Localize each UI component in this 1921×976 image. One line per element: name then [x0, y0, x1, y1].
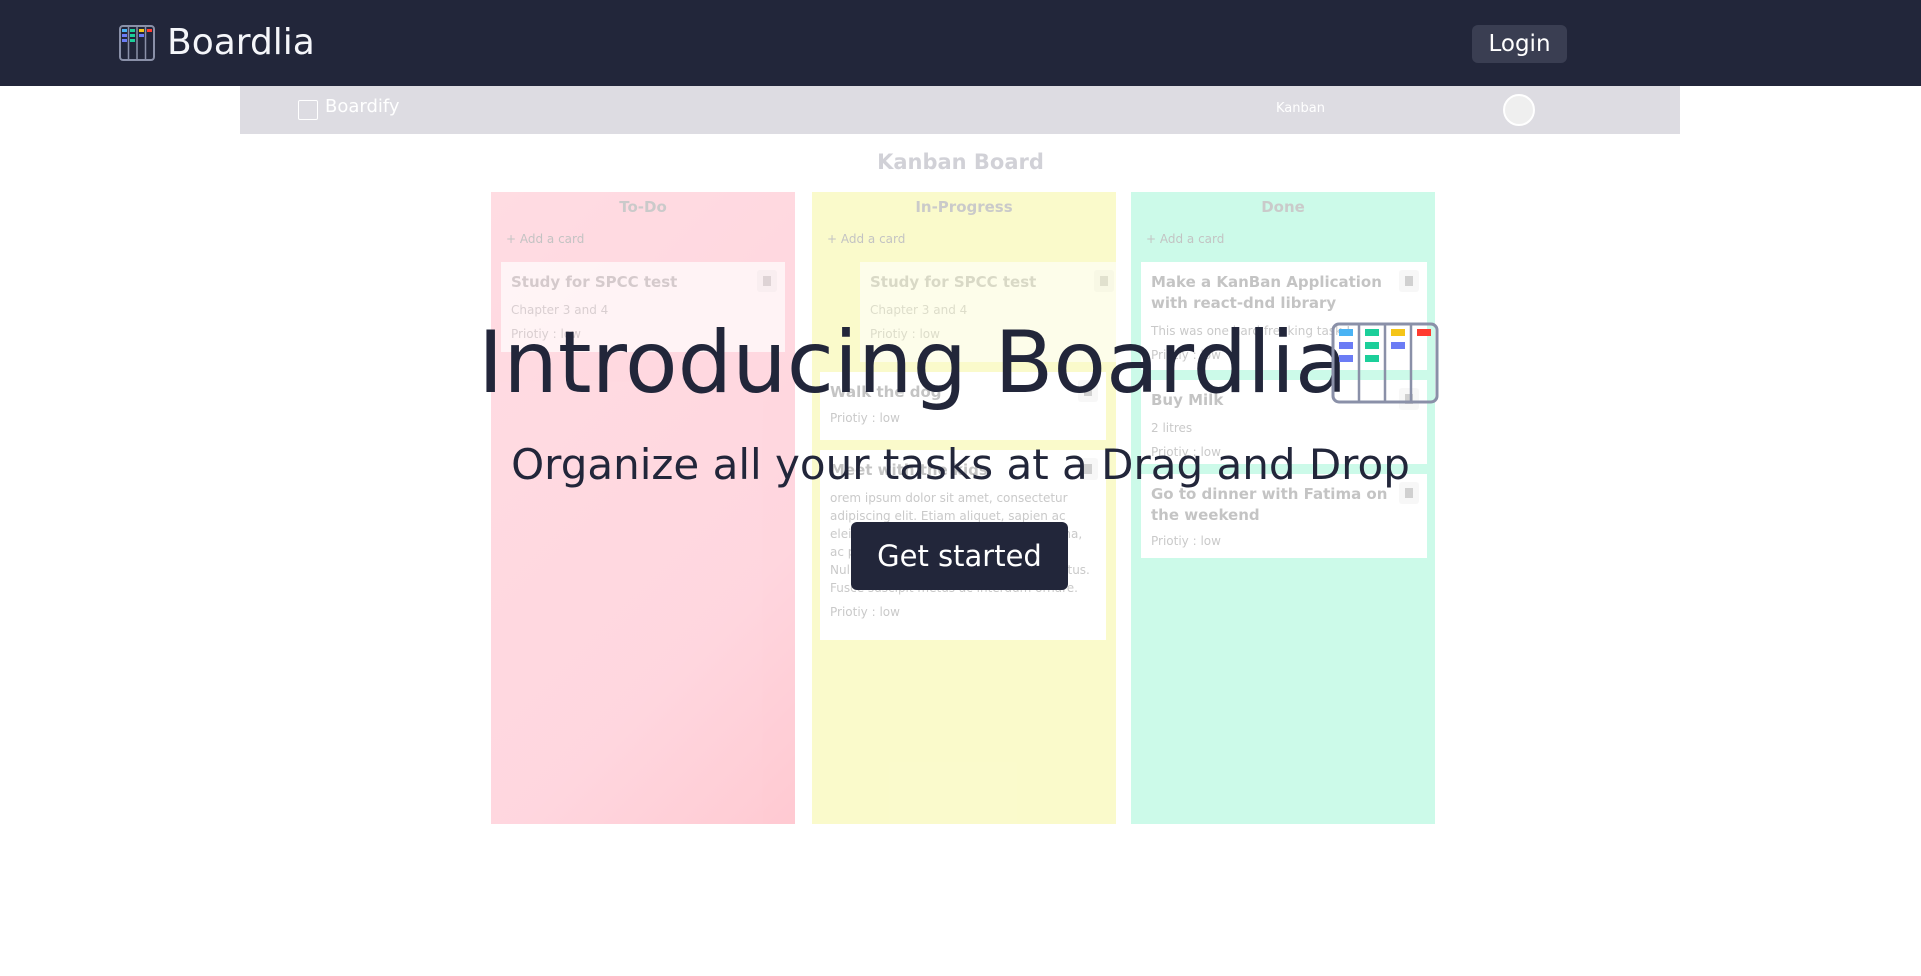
top-nav: Boardlia Login — [0, 0, 1921, 86]
column-in-progress: In-Progress + Add a card Study for SPCC … — [812, 192, 1122, 824]
column-todo: To-Do + Add a card Study for SPCC test C… — [491, 192, 795, 824]
hero-subtitle: Organize all your tasks at a Drag and Dr… — [511, 440, 1410, 489]
kanban-board-icon — [1331, 322, 1439, 404]
preview-avatar — [1503, 94, 1535, 126]
preview-navbar: Boardify Kanban — [240, 86, 1680, 134]
card-title: Make a KanBan Application with react-dnd… — [1151, 273, 1382, 312]
preview-logo-icon — [298, 100, 318, 120]
trash-icon — [1399, 270, 1419, 292]
add-card-link: + Add a card — [506, 232, 585, 246]
get-started-button[interactable]: Get started — [851, 522, 1068, 590]
add-card-link: + Add a card — [827, 232, 906, 246]
trash-icon — [1094, 270, 1114, 292]
brand-title: Boardlia — [167, 22, 315, 63]
card-priority: Priotiy : low — [1151, 534, 1221, 548]
column-header: To-Do — [619, 198, 667, 216]
card-desc: 2 litres — [1151, 421, 1193, 435]
column-header: In-Progress — [915, 198, 1013, 216]
preview-brand: Boardify — [325, 96, 400, 117]
preview-nav-link: Kanban — [1276, 101, 1325, 116]
hero-title: Introducing Boardlia — [478, 313, 1348, 413]
brand[interactable]: Boardlia — [119, 23, 315, 63]
preview-title: Kanban Board — [877, 150, 1044, 174]
trash-icon — [757, 270, 777, 292]
card-title: Study for SPCC test — [511, 273, 678, 291]
kanban-logo-icon — [119, 25, 155, 61]
card-priority: Priotiy : low — [830, 605, 900, 619]
card-title: Study for SPCC test — [870, 273, 1037, 291]
column-header: Done — [1261, 198, 1305, 216]
card-priority: Priotiy : low — [830, 411, 900, 425]
column-done: Done + Add a card Make a KanBan Applicat… — [1131, 192, 1435, 824]
add-card-link: + Add a card — [1146, 232, 1225, 246]
login-button[interactable]: Login — [1472, 25, 1567, 63]
